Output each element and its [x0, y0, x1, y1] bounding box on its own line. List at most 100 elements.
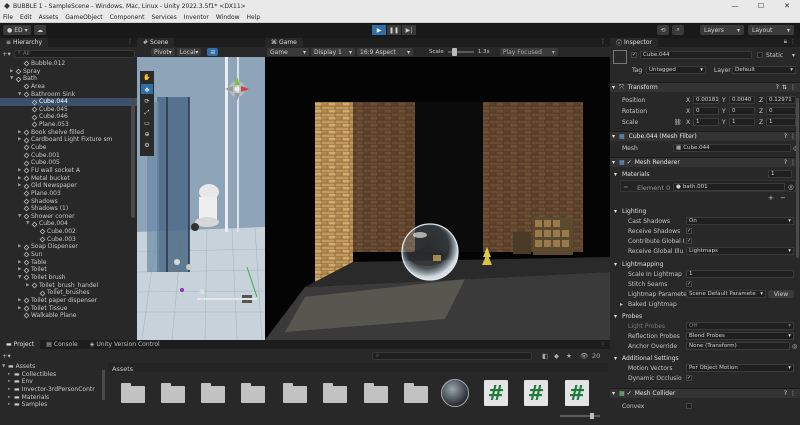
- display-dropdown[interactable]: Display 1 ▾: [311, 48, 355, 56]
- menu-assets[interactable]: Assets: [39, 14, 59, 21]
- hierarchy-item[interactable]: ▶ Toilet Tissue: [0, 305, 137, 313]
- chevron-down-icon[interactable]: ▾: [792, 52, 795, 59]
- icon-size-slider[interactable]: [560, 413, 600, 419]
- menu-gameobject[interactable]: GameObject: [65, 14, 102, 21]
- pause-button[interactable]: ❚❚: [387, 25, 401, 35]
- scale-x-field[interactable]: 1: [693, 118, 719, 126]
- hierarchy-scrollbar[interactable]: [131, 98, 135, 218]
- menu-edit[interactable]: Edit: [20, 14, 32, 21]
- menu-inventor[interactable]: Inventor: [184, 14, 209, 21]
- menu-help[interactable]: Help: [247, 14, 261, 21]
- pivot-dropdown[interactable]: Pivot ▾: [151, 48, 175, 56]
- contribute-gi-checkbox[interactable]: ✓: [686, 238, 692, 244]
- target-icon[interactable]: ◎: [788, 183, 794, 191]
- transform-header[interactable]: ▾ ⤧ Transform ? ⇅ ⋮: [610, 82, 800, 92]
- add-button[interactable]: +▾: [2, 352, 11, 360]
- more-menu-icon[interactable]: ⋮: [127, 38, 133, 47]
- filter-type-icon[interactable]: ◧: [542, 352, 548, 360]
- mesh-collider-header[interactable]: ▾ ▦ ✓ Mesh Collider ? ⋮: [610, 388, 800, 398]
- tab-hierarchy[interactable]: ≡ Hierarchy: [0, 38, 49, 47]
- asset-folder[interactable]: [121, 383, 145, 403]
- materials-count-field[interactable]: 1: [768, 170, 792, 178]
- material-sphere-asset[interactable]: [441, 379, 469, 407]
- rotation-x-field[interactable]: 0: [693, 107, 719, 115]
- more-menu-icon[interactable]: ⋮: [790, 84, 796, 91]
- more-menu-icon[interactable]: ⋮: [600, 38, 606, 47]
- mesh-object-field[interactable]: ▦ Cube.044: [673, 144, 791, 152]
- search-icon[interactable]: ⌕: [672, 25, 684, 35]
- scale-slider-handle[interactable]: [451, 48, 457, 56]
- position-z-field[interactable]: 0.12971: [766, 96, 796, 104]
- filter-label-icon[interactable]: ◆: [554, 352, 559, 360]
- hierarchy-item[interactable]: Shadows: [0, 198, 137, 206]
- scale-slider[interactable]: [447, 48, 474, 56]
- aspect-dropdown[interactable]: 16:9 Aspect ▾: [357, 48, 413, 56]
- anchor-override-field[interactable]: None (Transform): [686, 342, 790, 350]
- menu-services[interactable]: Services: [151, 14, 176, 21]
- scale-y-field[interactable]: 1: [729, 118, 755, 126]
- hierarchy-item[interactable]: ▶ Table: [0, 259, 137, 267]
- lock-icon[interactable]: 🔒︎: [784, 38, 787, 47]
- lightmapping-section[interactable]: ▾ Lightmapping: [610, 259, 800, 269]
- game-viewport[interactable]: [265, 57, 610, 340]
- tab-version-control[interactable]: ◈ Unity Version Control: [84, 340, 166, 349]
- help-icon[interactable]: ?: [776, 84, 779, 91]
- add-button[interactable]: +▾: [2, 50, 11, 58]
- tab-scene[interactable]: # Scene: [137, 38, 175, 47]
- dynamic-occlusion-checkbox[interactable]: ✓: [686, 375, 692, 381]
- view-button[interactable]: View: [768, 290, 794, 298]
- asset-folder[interactable]: [201, 383, 225, 403]
- hierarchy-search-input[interactable]: ⌕ All: [13, 49, 135, 58]
- more-menu-icon[interactable]: ⋮: [790, 390, 796, 397]
- receive-shadows-checkbox[interactable]: ✓: [686, 228, 692, 234]
- hierarchy-item[interactable]: Cube.005: [0, 159, 137, 167]
- hierarchy-item[interactable]: Cube.002: [0, 228, 137, 236]
- cast-shadows-dropdown[interactable]: On ▾: [686, 217, 794, 225]
- account-dropdown[interactable]: ● ED ▾: [3, 25, 31, 35]
- mesh-filter-header[interactable]: ▾ ▦ Cube.044 (Mesh Filter) ? ⋮: [610, 131, 800, 141]
- hierarchy-item[interactable]: ▶ Toilet_brush_handel: [0, 282, 137, 290]
- material-element-field[interactable]: ● bath.001: [673, 182, 785, 191]
- layers-dropdown[interactable]: Layers ▾: [700, 25, 744, 35]
- layer-dropdown[interactable]: Default ▾: [732, 66, 796, 74]
- rotation-y-field[interactable]: 0: [729, 107, 755, 115]
- project-tree-item[interactable]: ▸ ▬ Collectibles: [0, 371, 106, 379]
- static-checkbox[interactable]: [757, 52, 763, 58]
- eye-icon[interactable]: 👁︎: [580, 352, 588, 360]
- hierarchy-item[interactable]: Toilet_brushes: [0, 289, 137, 297]
- asset-folder[interactable]: [241, 383, 265, 403]
- help-icon[interactable]: ?: [784, 159, 787, 166]
- baked-lightmap-row[interactable]: ▸ Baked Lightmap: [610, 299, 800, 309]
- script-asset-icon[interactable]: #: [524, 380, 548, 406]
- position-y-field[interactable]: 0.0040: [729, 96, 755, 104]
- grid-snap-button[interactable]: ⊞: [207, 48, 219, 56]
- hierarchy-item[interactable]: Area: [0, 83, 137, 91]
- project-tree-item[interactable]: ▸ ▬ Invector-3rdPersonContr: [0, 386, 106, 394]
- asset-folder[interactable]: [364, 383, 388, 403]
- close-button[interactable]: ✕: [774, 2, 800, 10]
- project-tree-item[interactable]: ▸ ▬ Samples: [0, 401, 106, 409]
- hierarchy-item[interactable]: Shadows (1): [0, 205, 137, 213]
- hierarchy-item[interactable]: ▶ FU wall socket A: [0, 167, 137, 175]
- hierarchy-item[interactable]: Sun: [0, 251, 137, 259]
- rotation-z-field[interactable]: 0: [766, 107, 796, 115]
- motion-vectors-dropdown[interactable]: Per Object Motion ▾: [686, 364, 794, 372]
- menu-window[interactable]: Window: [216, 14, 240, 21]
- maximize-button[interactable]: ☐: [748, 2, 774, 10]
- hierarchy-item[interactable]: Cube.044: [0, 98, 137, 106]
- asset-folder[interactable]: [283, 383, 307, 403]
- asset-folder[interactable]: [323, 383, 347, 403]
- hierarchy-item[interactable]: ▶ Spray: [0, 68, 137, 76]
- hierarchy-item[interactable]: ▶ Toilet paper dispenser: [0, 297, 137, 305]
- tag-dropdown[interactable]: Untagged ▾: [646, 66, 706, 74]
- hierarchy-item[interactable]: ▶ Old Newspaper: [0, 182, 137, 190]
- lighting-section[interactable]: ▾ Lighting: [610, 206, 800, 216]
- target-icon[interactable]: ◎: [792, 343, 797, 350]
- play-button[interactable]: ▶: [372, 25, 386, 35]
- convex-checkbox[interactable]: [686, 403, 692, 409]
- hierarchy-item[interactable]: Walkable Plane: [0, 312, 137, 320]
- hierarchy-item[interactable]: ▶ Toilet: [0, 266, 137, 274]
- more-menu-icon[interactable]: ⋮: [790, 38, 796, 47]
- hierarchy-item[interactable]: ▼ Bathroom Sink: [0, 91, 137, 99]
- space-dropdown[interactable]: Local ▾: [176, 48, 202, 56]
